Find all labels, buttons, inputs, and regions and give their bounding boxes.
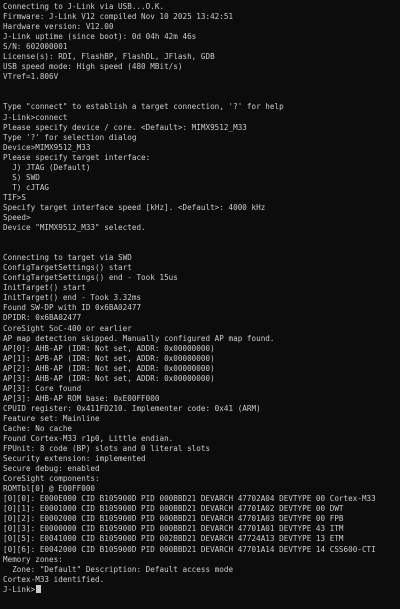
terminal-line: J-Link uptime (since boot): 0d 04h 42m 4… (3, 32, 197, 42)
terminal-line: Cortex-M33 identified. (3, 574, 105, 584)
terminal-line: [0][0]: E000E000 CID B105900D PID 000BBD… (3, 494, 376, 504)
terminal-line: Specify target interface speed [kHz]. <D… (3, 202, 266, 212)
terminal-line: ROMTbl[0] @ E00FF000 (3, 484, 96, 494)
terminal-line: [0][6]: E0042000 CID B105900D PID 000BBD… (3, 544, 376, 554)
terminal-line: Connecting to target via SWD (3, 253, 132, 263)
terminal-line: CPUID register: 0x411FD210. Implementer … (3, 403, 261, 413)
text-cursor (36, 584, 42, 593)
terminal-line: J-Link>connect (3, 112, 68, 122)
terminal-line: Device "MIMX9512_M33" selected. (3, 223, 146, 233)
terminal-line: Device>MIMX9512_M33 (3, 142, 91, 152)
prompt-label: J-Link> (3, 584, 36, 594)
terminal-line: Connecting to J-Link via USB...O.K. (3, 2, 165, 11)
terminal-line: USB speed mode: High speed (480 MBit/s) (3, 62, 183, 72)
terminal-line: AP[0]: AHB-AP (IDR: Not set, ADDR: 0x000… (3, 343, 215, 353)
terminal-line: Found Cortex-M33 r1p0, Little endian. (3, 434, 174, 444)
terminal-line: Type '?' for selection dialog (3, 132, 137, 142)
terminal-line: Please specify device / core. <Default>:… (3, 122, 247, 132)
terminal-line: Speed> (3, 212, 31, 222)
terminal-line: VTref=1.806V (3, 72, 59, 82)
terminal-line: AP[3]: AHB-AP (IDR: Not set, ADDR: 0x000… (3, 373, 215, 383)
terminal-line: Zone: "Default" Description: Default acc… (3, 564, 234, 574)
terminal-line: AP[2]: AHB-AP (IDR: Not set, ADDR: 0x000… (3, 363, 215, 373)
terminal-line: Firmware: J-Link V12 compiled Nov 10 202… (3, 12, 234, 22)
terminal-line: Hardware version: V12.00 (3, 22, 114, 32)
terminal-line: Feature set: Mainline (3, 413, 100, 423)
terminal-line: Security extension: implemented (3, 454, 146, 464)
terminal-line: Secure debug: enabled (3, 464, 100, 474)
terminal-line: S) SWD (3, 172, 40, 182)
terminal-line: TIF>S (3, 192, 27, 202)
terminal-line: Please specify target interface: (3, 152, 151, 162)
terminal-output[interactable]: Connecting to J-Link via USB...O.K. Firmw… (0, 0, 400, 609)
terminal-line: DPIDR: 0x6BA02477 (3, 313, 82, 323)
terminal-line: AP[3]: Core found (3, 383, 82, 393)
terminal-line: S/N: 602000001 (3, 42, 68, 52)
terminal-line: J) JTAG (Default) (3, 162, 91, 172)
terminal-line: Found SW-DP with ID 0x6BA02477 (3, 303, 142, 313)
terminal-line: Cache: No cache (3, 423, 73, 433)
terminal-line: InitTarget() end - Took 3.32ms (3, 293, 142, 303)
terminal-line: AP map detection skipped. Manually confi… (3, 333, 275, 343)
terminal-line: Type "connect" to establish a target con… (3, 102, 284, 112)
terminal-line: ConfigTargetSettings() end - Took 15us (3, 273, 178, 283)
terminal-line: CoreSight SoC-400 or earlier (3, 323, 132, 333)
terminal-line: [0][5]: E0041000 CID B105900D PID 002BBD… (3, 534, 344, 544)
terminal-line: [0][2]: E0002000 CID B105900D PID 000BBD… (3, 514, 344, 524)
terminal-line: FPUnit: 8 code (BP) slots and 0 literal … (3, 444, 211, 454)
terminal-line: License(s): RDI, FlashBP, FlashDL, JFlas… (3, 52, 215, 62)
terminal-line: Memory zones: (3, 554, 63, 564)
terminal-line: CoreSight components: (3, 474, 100, 484)
terminal-line: InitTarget() start (3, 283, 86, 293)
terminal-line: ConfigTargetSettings() start (3, 263, 132, 273)
terminal-line: AP[1]: APB-AP (IDR: Not set, ADDR: 0x000… (3, 353, 215, 363)
terminal-line: [0][3]: E0000000 CID B105900D PID 000BBD… (3, 524, 344, 534)
command-prompt-line[interactable]: J-Link> (3, 584, 397, 595)
terminal-line: [0][1]: E0001000 CID B105900D PID 000BBD… (3, 504, 344, 514)
terminal-line: T) cJTAG (3, 182, 50, 192)
terminal-line: AP[3]: AHB-AP ROM base: 0xE00FF000 (3, 393, 160, 403)
